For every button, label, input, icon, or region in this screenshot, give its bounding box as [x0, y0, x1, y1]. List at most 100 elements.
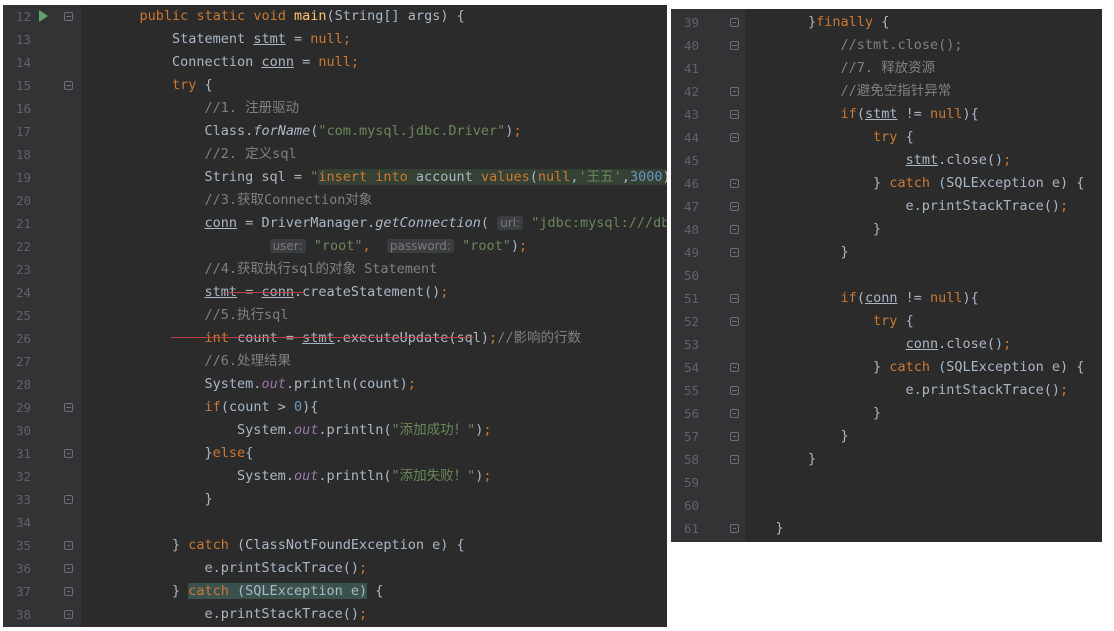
code-text[interactable]: conn = DriverManager.getConnection( url:… — [107, 212, 667, 235]
code-line[interactable]: 22 user: "root", password: "root"); — [3, 235, 667, 258]
fold-marker-icon[interactable] — [730, 409, 739, 418]
code-text[interactable]: //7. 释放资源 — [743, 57, 936, 80]
code-text[interactable]: } — [107, 488, 213, 511]
code-line[interactable]: 52 try { — [671, 310, 1102, 333]
fold-marker-icon[interactable] — [64, 81, 73, 90]
code-text[interactable]: //避免空指针异常 — [743, 80, 952, 103]
code-text[interactable]: //2. 定义sql — [107, 143, 297, 166]
fold-marker-icon[interactable] — [730, 363, 739, 372]
code-text[interactable]: System.out.println(count); — [107, 373, 416, 396]
code-line[interactable]: 46 } catch (SQLException e) { — [671, 172, 1102, 195]
code-line[interactable]: 35 } catch (ClassNotFoundException e) { — [3, 534, 667, 557]
fold-marker-icon[interactable] — [730, 110, 739, 119]
code-line[interactable]: 60 — [671, 494, 1102, 517]
code-text[interactable]: }else{ — [107, 442, 254, 465]
code-line[interactable]: 13 Statement stmt = null; — [3, 28, 667, 51]
code-text[interactable]: //3.获取Connection对象 — [107, 189, 373, 212]
code-text[interactable]: //stmt.close(); — [743, 34, 963, 57]
code-line[interactable]: 15 try { — [3, 74, 667, 97]
code-line[interactable]: 55 e.printStackTrace(); — [671, 379, 1102, 402]
code-text[interactable]: int count = stmt.executeUpdate(sql);//影响… — [107, 327, 581, 350]
code-text[interactable]: e.printStackTrace(); — [107, 603, 368, 626]
code-text[interactable]: } — [743, 517, 784, 540]
fold-marker-icon[interactable] — [64, 564, 73, 573]
code-line[interactable]: 14 Connection conn = null; — [3, 51, 667, 74]
code-text[interactable]: //1. 注册驱动 — [107, 97, 300, 120]
code-line[interactable]: 23 //4.获取执行sql的对象 Statement — [3, 258, 667, 281]
code-line[interactable]: 17 Class.forName("com.mysql.jdbc.Driver"… — [3, 120, 667, 143]
code-line[interactable]: 24 stmt = conn.createStatement(); — [3, 281, 667, 304]
code-line[interactable]: 36 e.printStackTrace(); — [3, 557, 667, 580]
code-text[interactable]: if(stmt != null){ — [743, 103, 979, 126]
code-line[interactable]: 56 } — [671, 402, 1102, 425]
code-line[interactable]: 26 int count = stmt.executeUpdate(sql);/… — [3, 327, 667, 350]
code-text[interactable]: //6.处理结果 — [107, 350, 292, 373]
code-line[interactable]: 43 if(stmt != null){ — [671, 103, 1102, 126]
code-line[interactable]: 18 //2. 定义sql — [3, 143, 667, 166]
code-line[interactable]: 58 } — [671, 448, 1102, 471]
code-text[interactable]: e.printStackTrace(); — [743, 379, 1069, 402]
fold-marker-icon[interactable] — [730, 202, 739, 211]
fold-marker-icon[interactable] — [64, 541, 73, 550]
code-text[interactable]: } — [743, 402, 881, 425]
code-line[interactable]: 38 e.printStackTrace(); — [3, 603, 667, 626]
code-text[interactable]: } — [743, 425, 849, 448]
fold-marker-icon[interactable] — [730, 432, 739, 441]
fold-marker-icon[interactable] — [730, 87, 739, 96]
code-text[interactable]: } catch (ClassNotFoundException e) { — [107, 534, 465, 557]
code-line[interactable]: 16 //1. 注册驱动 — [3, 97, 667, 120]
code-line[interactable]: 47 e.printStackTrace(); — [671, 195, 1102, 218]
code-line[interactable]: 33 } — [3, 488, 667, 511]
code-text[interactable]: if(conn != null){ — [743, 287, 979, 310]
fold-marker-icon[interactable] — [64, 12, 73, 21]
code-text[interactable]: if(count > 0){ — [107, 396, 319, 419]
code-line[interactable]: 57 } — [671, 425, 1102, 448]
code-line[interactable]: 29 if(count > 0){ — [3, 396, 667, 419]
code-line[interactable]: 44 try { — [671, 126, 1102, 149]
fold-marker-icon[interactable] — [730, 41, 739, 50]
code-line[interactable]: 40 //stmt.close(); — [671, 34, 1102, 57]
fold-marker-icon[interactable] — [730, 18, 739, 27]
code-text[interactable]: try { — [743, 126, 914, 149]
fold-marker-icon[interactable] — [730, 225, 739, 234]
code-text[interactable]: //4.获取执行sql的对象 Statement — [107, 258, 438, 281]
code-text[interactable]: stmt.close(); — [743, 149, 1012, 172]
code-text[interactable]: System.out.println("添加成功！"); — [107, 419, 492, 442]
code-line[interactable]: 54 } catch (SQLException e) { — [671, 356, 1102, 379]
fold-marker-icon[interactable] — [730, 133, 739, 142]
code-text[interactable]: public static void main(String[] args) { — [107, 5, 465, 28]
code-line[interactable]: 49 } — [671, 241, 1102, 264]
code-text[interactable]: } — [743, 218, 881, 241]
code-text[interactable]: Connection conn = null; — [107, 51, 359, 74]
code-text[interactable]: }finally { — [743, 11, 889, 34]
code-line[interactable]: 20 //3.获取Connection对象 — [3, 189, 667, 212]
code-line[interactable]: 34 — [3, 511, 667, 534]
code-editor-right[interactable]: 39 }finally {40 //stmt.close(); 41 //7. 释… — [671, 9, 1102, 542]
code-text[interactable]: } — [743, 448, 816, 471]
code-line[interactable]: 28 System.out.println(count); — [3, 373, 667, 396]
code-line[interactable]: 59 — [671, 471, 1102, 494]
fold-marker-icon[interactable] — [64, 587, 73, 596]
code-text[interactable]: System.out.println("添加失败！"); — [107, 465, 492, 488]
fold-marker-icon[interactable] — [730, 248, 739, 257]
code-editor-left[interactable]: 12 public static void main(String[] args… — [3, 5, 667, 627]
code-text[interactable]: e.printStackTrace(); — [743, 195, 1069, 218]
code-text[interactable]: } catch (SQLException e) { — [743, 172, 1084, 195]
fold-marker-icon[interactable] — [730, 179, 739, 188]
code-line[interactable]: 27 //6.处理结果 — [3, 350, 667, 373]
code-text[interactable]: user: "root", password: "root"); — [107, 235, 527, 258]
fold-marker-icon[interactable] — [64, 495, 73, 504]
code-line[interactable]: 50 — [671, 264, 1102, 287]
code-line[interactable]: 12 public static void main(String[] args… — [3, 5, 667, 28]
code-line[interactable]: 19 String sql = "insert into account val… — [3, 166, 667, 189]
code-line[interactable]: 39 }finally { — [671, 11, 1102, 34]
code-line[interactable]: 45 stmt.close(); — [671, 149, 1102, 172]
fold-marker-icon[interactable] — [730, 455, 739, 464]
fold-marker-icon[interactable] — [730, 524, 739, 533]
code-line[interactable]: 51 if(conn != null){ — [671, 287, 1102, 310]
code-text[interactable]: String sql = "insert into account values… — [107, 166, 667, 189]
code-line[interactable]: 30 System.out.println("添加成功！"); — [3, 419, 667, 442]
code-line[interactable]: 42 //避免空指针异常 — [671, 80, 1102, 103]
fold-marker-icon[interactable] — [730, 317, 739, 326]
code-text[interactable]: Class.forName("com.mysql.jdbc.Driver"); — [107, 120, 522, 143]
